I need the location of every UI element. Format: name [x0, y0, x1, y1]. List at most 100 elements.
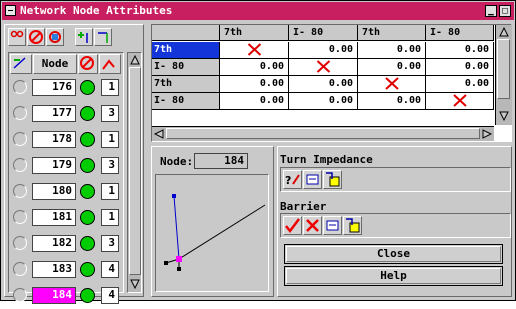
impedance-cell[interactable]: 0.00	[220, 76, 289, 93]
table-scroll-left-icon[interactable]	[153, 129, 164, 142]
barrier-set-icon[interactable]	[283, 216, 302, 235]
impedance-cell[interactable]: 0.00	[426, 76, 494, 93]
node-row[interactable]: 178 1	[9, 127, 123, 153]
controls-panel: Turn Impedance ? Barrier Close Help	[277, 146, 512, 297]
title-bar[interactable]: Network Node Attributes ▁ □	[2, 2, 514, 20]
row-header[interactable]: 7th	[152, 42, 220, 59]
add-node-icon[interactable]	[75, 28, 93, 46]
help-button[interactable]: Help	[284, 266, 503, 286]
node-status-icon	[80, 262, 95, 277]
link-count-field: 1	[101, 209, 119, 226]
link-count-field: 4	[101, 261, 119, 278]
barrier-table-icon[interactable]	[343, 216, 362, 235]
minimize-icon[interactable]: ▁	[485, 5, 497, 17]
close-button-label: Close	[376, 247, 411, 260]
table-v-scrollbar[interactable]	[495, 25, 512, 125]
impedance-query-icon[interactable]: ?	[283, 170, 302, 189]
node-number-field[interactable]: 176	[32, 79, 76, 96]
row-select-radio[interactable]	[13, 236, 27, 250]
impedance-cell[interactable]: 0.00	[289, 93, 358, 110]
link-south-end	[177, 267, 181, 271]
node-number-field[interactable]: 184	[32, 287, 76, 304]
row-header[interactable]: 7th	[152, 76, 220, 93]
barrier-clear-icon[interactable]	[303, 216, 322, 235]
node-row[interactable]: 176 1	[9, 75, 123, 101]
node-number-field[interactable]: 183	[32, 261, 76, 278]
scroll-down-icon[interactable]	[130, 279, 140, 292]
refresh-icon[interactable]	[46, 28, 64, 46]
node-column-header[interactable]: Node	[33, 54, 77, 74]
impedance-cell[interactable]: 0.00	[358, 42, 426, 59]
node-number-field[interactable]: 181	[32, 209, 76, 226]
node-status-icon	[80, 80, 95, 95]
column-turn-icon[interactable]	[99, 54, 121, 74]
node-number-field[interactable]: 180	[32, 183, 76, 200]
toggle-column-icon[interactable]	[10, 54, 32, 74]
window-menu-icon[interactable]	[5, 5, 16, 16]
row-header[interactable]: I- 80	[152, 93, 220, 110]
table-scroll-right-icon[interactable]	[482, 129, 493, 142]
barrier-edit-icon[interactable]	[323, 216, 342, 235]
row-select-radio[interactable]	[13, 106, 27, 120]
link-north-end	[172, 194, 176, 198]
impedance-cell[interactable]: 0.00	[358, 59, 426, 76]
node-row[interactable]: 183 4	[9, 257, 123, 283]
node-panel: Node: 184	[151, 146, 274, 297]
node-number-field[interactable]: 182	[32, 235, 76, 252]
node-list-scrollbar[interactable]	[127, 52, 142, 293]
row-select-radio[interactable]	[13, 184, 27, 198]
impedance-cell[interactable]: 0.00	[289, 42, 358, 59]
node-row[interactable]: 180 1	[9, 179, 123, 205]
add-link-icon[interactable]	[94, 28, 112, 46]
impedance-cell[interactable]: 0.00	[426, 59, 494, 76]
table-v-thumb[interactable]	[497, 39, 510, 99]
node-number-field[interactable]: 179	[32, 157, 76, 174]
link-east	[178, 204, 266, 260]
link-count-field: 1	[101, 183, 119, 200]
scroll-thumb[interactable]	[129, 67, 141, 275]
row-select-radio[interactable]	[13, 210, 27, 224]
help-button-label: Help	[380, 269, 407, 282]
node-number-field[interactable]: 178	[32, 131, 76, 148]
row-select-radio[interactable]	[13, 80, 27, 94]
turn-table: 7th I- 80 7th I- 80 7th 0.00 0.00 0.00 I- 80 0.00…	[151, 24, 512, 142]
table-scroll-down-icon[interactable]	[499, 111, 509, 124]
column-header[interactable]: I- 80	[426, 25, 494, 41]
node-row[interactable]: 184 4	[9, 283, 123, 309]
row-header[interactable]: I- 80	[152, 59, 220, 76]
clear-selection-icon[interactable]	[27, 28, 45, 46]
table-h-scrollbar[interactable]	[152, 126, 494, 141]
node-row[interactable]: 179 3	[9, 153, 123, 179]
node-number-field[interactable]: 177	[32, 105, 76, 122]
column-header[interactable]: I- 80	[289, 25, 358, 41]
impedance-cell[interactable]: 0.00	[426, 42, 494, 59]
node-status-icon	[80, 158, 95, 173]
column-header[interactable]: 7th	[358, 25, 426, 41]
select-nodes-icon[interactable]	[8, 28, 26, 46]
barrier-x-icon[interactable]	[426, 93, 494, 110]
barrier-x-icon[interactable]	[289, 59, 358, 76]
impedance-table-icon[interactable]	[323, 170, 342, 189]
row-select-radio[interactable]	[13, 288, 27, 302]
row-select-radio[interactable]	[13, 158, 27, 172]
row-select-radio[interactable]	[13, 132, 27, 146]
node-row[interactable]: 177 3	[9, 101, 123, 127]
barrier-x-icon[interactable]	[220, 42, 289, 59]
impedance-edit-icon[interactable]	[303, 170, 322, 189]
impedance-cell[interactable]: 0.00	[220, 93, 289, 110]
node-list: Node 176 1 177 3 178 1 179 3 180 1 181 1 182 3 183 4 184…	[8, 52, 124, 304]
node-status-icon	[80, 106, 95, 121]
maximize-icon[interactable]: □	[499, 5, 511, 17]
column-header[interactable]: 7th	[220, 25, 289, 41]
close-button[interactable]: Close	[284, 244, 503, 264]
table-h-thumb[interactable]	[166, 128, 480, 139]
link-north	[173, 195, 180, 260]
barrier-x-icon[interactable]	[358, 76, 426, 93]
impedance-cell[interactable]: 0.00	[358, 93, 426, 110]
node-row[interactable]: 182 3	[9, 231, 123, 257]
column-barrier-icon[interactable]	[78, 54, 98, 74]
node-row[interactable]: 181 1	[9, 205, 123, 231]
impedance-cell[interactable]: 0.00	[289, 76, 358, 93]
row-select-radio[interactable]	[13, 262, 27, 276]
impedance-cell[interactable]: 0.00	[220, 59, 289, 76]
